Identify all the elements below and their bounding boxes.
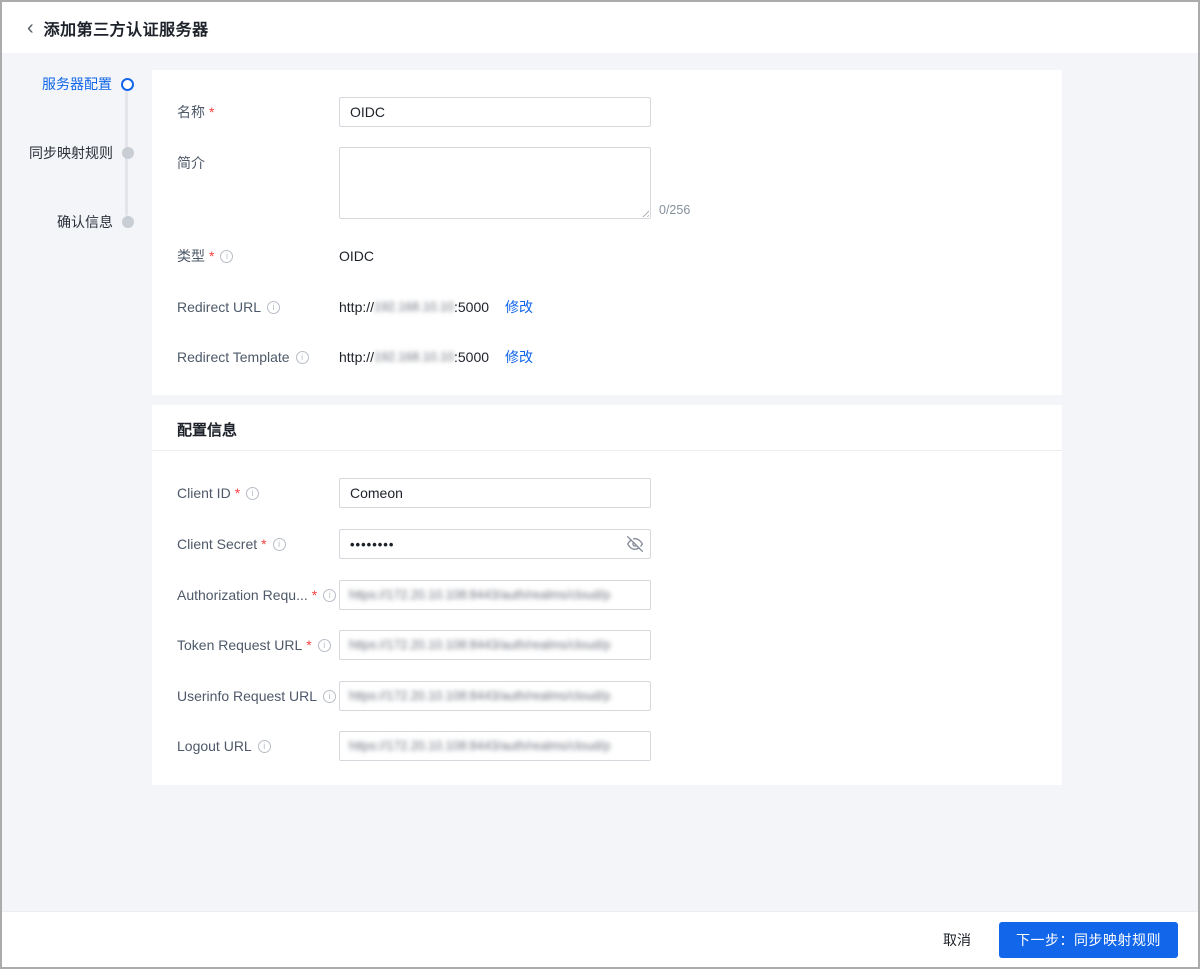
info-icon[interactable]: i bbox=[323, 589, 336, 602]
name-row: 名称* bbox=[177, 97, 1037, 127]
char-counter: 0/256 bbox=[659, 203, 690, 217]
client-secret-row: Client Secret* i bbox=[177, 529, 1037, 559]
redirect-template-label: Redirect Template i bbox=[177, 349, 339, 365]
userinfo-url-input[interactable]: https://172.20.10.108:8443/auth/realms/c… bbox=[339, 681, 651, 711]
authorization-url-label: Authorization Requ...* i bbox=[177, 587, 339, 603]
step-dot-icon bbox=[122, 147, 134, 159]
client-secret-input[interactable] bbox=[339, 529, 651, 559]
intro-textarea[interactable] bbox=[339, 147, 651, 219]
client-id-row: Client ID* i bbox=[177, 478, 1037, 508]
type-label: 类型* i bbox=[177, 246, 339, 266]
info-icon[interactable]: i bbox=[318, 639, 331, 652]
name-label: 名称* bbox=[177, 102, 339, 122]
redirect-template-modify-link[interactable]: 修改 bbox=[505, 347, 533, 367]
page-footer: 取消 下一步：同步映射规则 bbox=[2, 911, 1198, 967]
logout-url-row: Logout URL i https://172.20.10.108:8443/… bbox=[177, 731, 1037, 761]
client-id-label: Client ID* i bbox=[177, 485, 339, 501]
required-mark: * bbox=[209, 248, 214, 264]
info-icon[interactable]: i bbox=[323, 690, 336, 703]
intro-row: 简介 0/256 bbox=[177, 147, 1037, 219]
page-header: ‹ 添加第三方认证服务器 bbox=[2, 2, 1198, 53]
masked-url: https://172.20.10.108:8443/auth/realms/c… bbox=[349, 689, 610, 703]
required-mark: * bbox=[235, 485, 240, 501]
type-row: 类型* i OIDC bbox=[177, 241, 1037, 271]
type-value: OIDC bbox=[339, 248, 374, 264]
logout-url-input[interactable]: https://172.20.10.108:8443/auth/realms/c… bbox=[339, 731, 651, 761]
redirect-url-row: Redirect URL i http://192.168.10.10:5000… bbox=[177, 292, 1037, 322]
info-icon[interactable]: i bbox=[258, 740, 271, 753]
eye-off-icon[interactable] bbox=[627, 536, 643, 552]
redirect-url-value: http://192.168.10.10:5000 bbox=[339, 299, 489, 315]
cancel-button[interactable]: 取消 bbox=[943, 930, 971, 950]
userinfo-url-row: Userinfo Request URL i https://172.20.10… bbox=[177, 681, 1037, 711]
page-title: 添加第三方认证服务器 bbox=[44, 16, 209, 40]
required-mark: * bbox=[261, 536, 266, 552]
token-url-input[interactable]: https://172.20.10.108:8443/auth/realms/c… bbox=[339, 630, 651, 660]
authorization-url-row: Authorization Requ...* i https://172.20.… bbox=[177, 580, 1037, 610]
masked-host: 192.168.10.10 bbox=[374, 300, 454, 314]
intro-label: 简介 bbox=[177, 147, 339, 173]
token-url-row: Token Request URL* i https://172.20.10.1… bbox=[177, 630, 1037, 660]
step-active-dot-icon bbox=[121, 78, 134, 91]
redirect-template-value: http://192.168.10.10:5000 bbox=[339, 349, 489, 365]
redirect-template-row: Redirect Template i http://192.168.10.10… bbox=[177, 342, 1037, 372]
masked-host: 192.168.10.10 bbox=[374, 350, 454, 364]
authorization-url-input[interactable]: https://172.20.10.108:8443/auth/realms/c… bbox=[339, 580, 651, 610]
config-info-card: 配置信息 Client ID* i Client Secret* i bbox=[152, 405, 1062, 785]
masked-url: https://172.20.10.108:8443/auth/realms/c… bbox=[349, 588, 610, 602]
userinfo-url-label: Userinfo Request URL i bbox=[177, 688, 339, 704]
step-label: 服务器配置 bbox=[42, 74, 112, 94]
step-confirm-info: 确认信息 bbox=[57, 212, 134, 232]
back-icon[interactable]: ‹ bbox=[27, 18, 34, 38]
client-secret-label: Client Secret* i bbox=[177, 536, 339, 552]
info-icon[interactable]: i bbox=[267, 301, 280, 314]
redirect-url-label: Redirect URL i bbox=[177, 299, 339, 315]
info-icon[interactable]: i bbox=[246, 487, 259, 500]
wizard-stepper: 服务器配置 同步映射规则 确认信息 bbox=[2, 53, 152, 911]
required-mark: * bbox=[209, 104, 214, 120]
step-server-config: 服务器配置 bbox=[42, 74, 134, 94]
logout-url-label: Logout URL i bbox=[177, 738, 339, 754]
step-label: 同步映射规则 bbox=[29, 143, 113, 163]
redirect-url-modify-link[interactable]: 修改 bbox=[505, 297, 533, 317]
section-divider bbox=[152, 450, 1062, 451]
next-step-button[interactable]: 下一步：同步映射规则 bbox=[999, 922, 1178, 958]
token-url-label: Token Request URL* i bbox=[177, 637, 339, 653]
masked-url: https://172.20.10.108:8443/auth/realms/c… bbox=[349, 638, 610, 652]
step-sync-mapping: 同步映射规则 bbox=[29, 143, 134, 163]
name-input[interactable] bbox=[339, 97, 651, 127]
required-mark: * bbox=[306, 637, 311, 653]
masked-url: https://172.20.10.108:8443/auth/realms/c… bbox=[349, 739, 610, 753]
content-area: 服务器配置 同步映射规则 确认信息 名称* 简介 0/256 bbox=[2, 53, 1198, 911]
step-label: 确认信息 bbox=[57, 212, 113, 232]
required-mark: * bbox=[312, 587, 317, 603]
info-icon[interactable]: i bbox=[273, 538, 286, 551]
client-id-input[interactable] bbox=[339, 478, 651, 508]
info-icon[interactable]: i bbox=[220, 250, 233, 263]
section-title: 配置信息 bbox=[177, 419, 237, 440]
server-config-card: 名称* 简介 0/256 类型* i OIDC Redirect URL bbox=[152, 70, 1062, 395]
step-dot-icon bbox=[122, 216, 134, 228]
info-icon[interactable]: i bbox=[296, 351, 309, 364]
